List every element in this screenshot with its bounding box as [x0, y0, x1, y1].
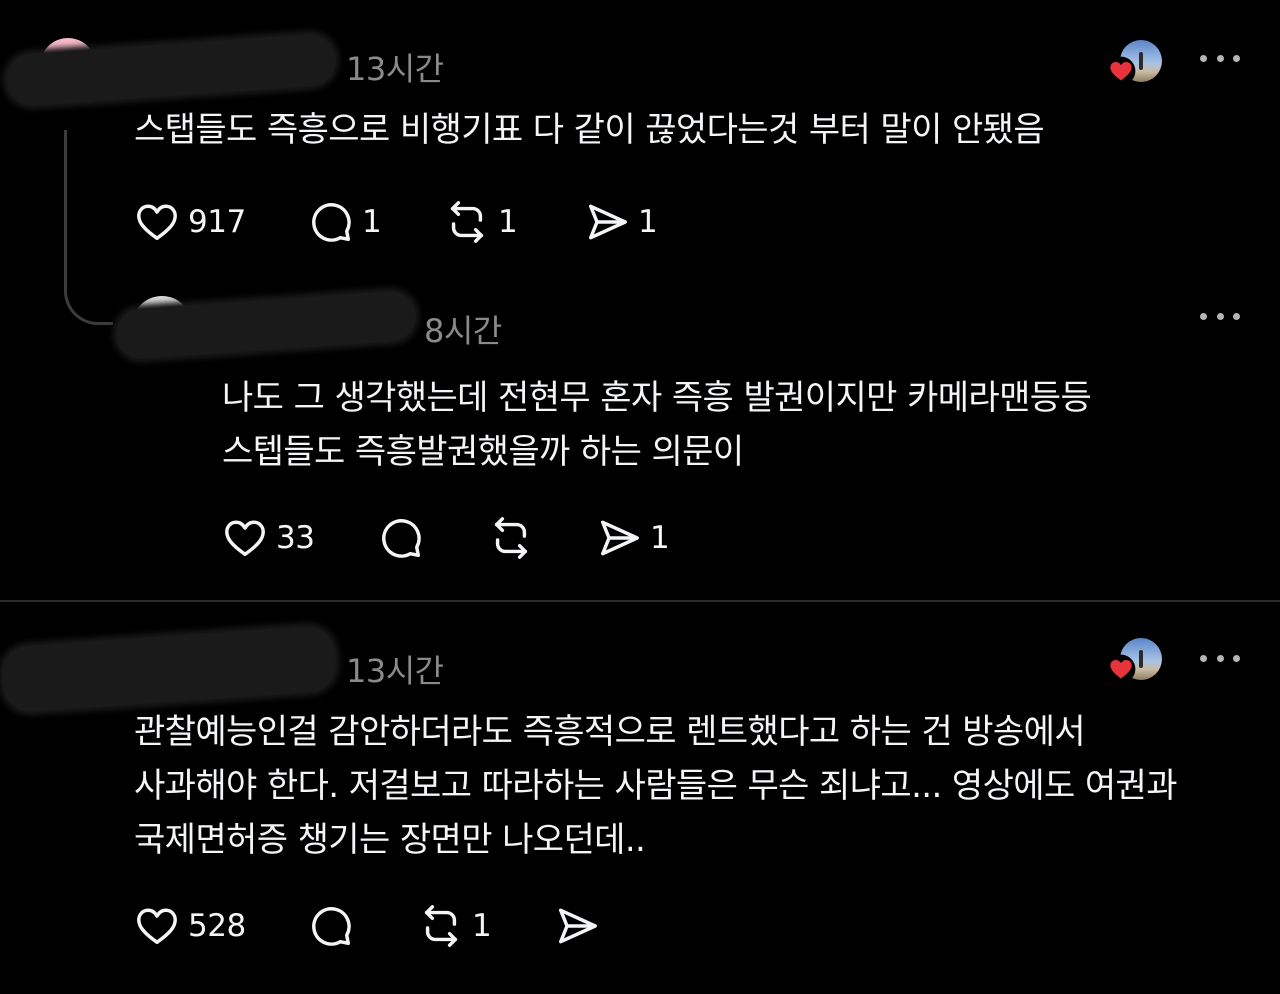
- author-liked-badge: [1106, 638, 1162, 688]
- share-button[interactable]: [554, 900, 600, 952]
- like-count: 528: [188, 908, 246, 944]
- heart-icon: [137, 908, 177, 945]
- post-time: 13시간: [346, 652, 444, 690]
- repost-count: 1: [472, 908, 492, 944]
- threads-page: 13시간 스탭들도 즉흥으로 비행기표 다 같이 끊었다는것 부터 말이 안됐음…: [0, 0, 1280, 994]
- reply-button[interactable]: [308, 900, 354, 952]
- post-text-line-3: 국제면허증 챙기는 장면만 나오던데..: [134, 820, 646, 860]
- send-icon: [558, 908, 597, 944]
- more-icon[interactable]: [1200, 652, 1240, 664]
- heart-badge-icon: [1106, 654, 1136, 684]
- post-3: 13시간 관찰예능인걸 감안하더라도 즉흥적으로 렌트했다고 하는 건 방송에서…: [0, 0, 1280, 994]
- like-button[interactable]: 528: [134, 900, 246, 952]
- repost-icon: [424, 905, 458, 947]
- post-actions: 528 1: [134, 900, 634, 952]
- comment-icon: [312, 907, 351, 946]
- repost-button[interactable]: 1: [418, 900, 492, 952]
